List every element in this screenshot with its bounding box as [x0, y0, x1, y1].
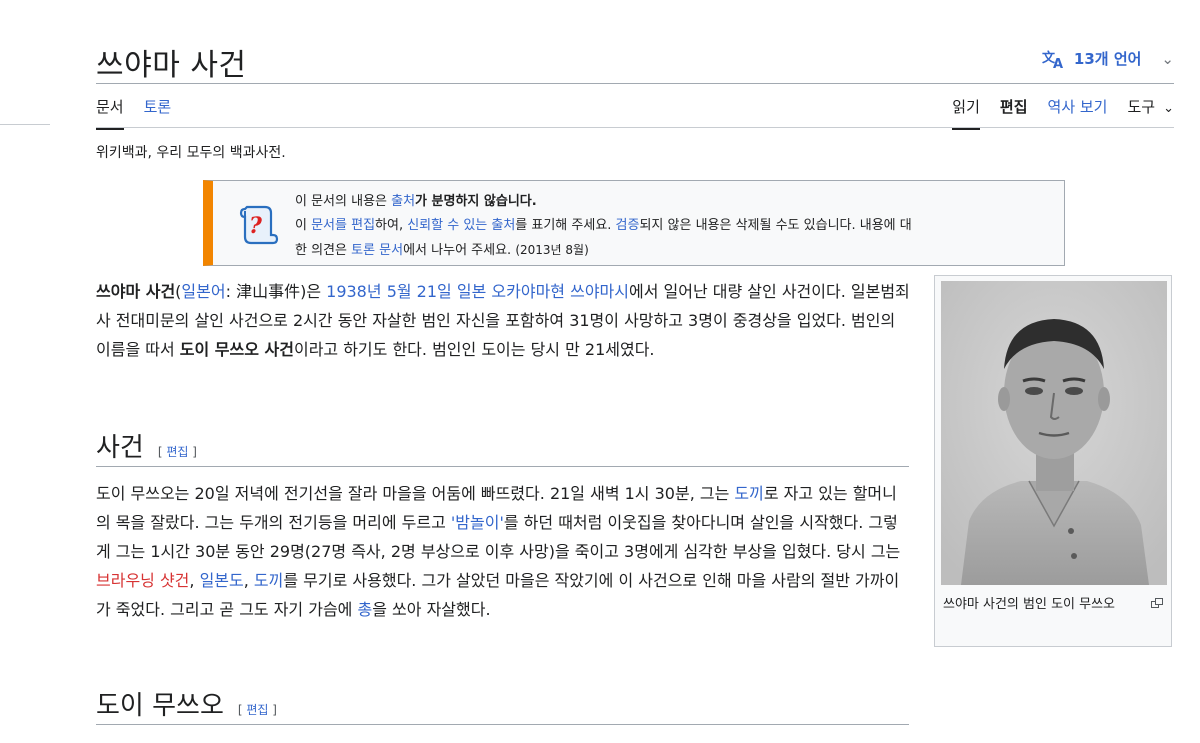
link-tsuyama[interactable]: 쓰야마시 — [570, 282, 629, 301]
body-text: , — [189, 571, 200, 590]
link-japan[interactable]: 일본 — [457, 282, 486, 301]
link-yobai[interactable]: '밤놀이' — [451, 513, 504, 532]
incident-paragraph: 도이 무쓰오는 20일 저녁에 전기선을 잘라 마을을 어둠에 빠뜨렸다. 21… — [96, 479, 911, 624]
tab-edit[interactable]: 편집 — [1000, 96, 1028, 129]
link-sources[interactable]: 출처 — [391, 194, 415, 209]
namespace-tabs: 문서 토론 — [96, 96, 172, 130]
tools-menu[interactable]: 도구 ⌄ — [1127, 96, 1174, 129]
site-tagline: 위키백과, 우리 모두의 백과사전. — [96, 145, 286, 161]
notice-text-3b: 에서 나누어 주세요. — [403, 243, 516, 258]
lead-bold-title: 쓰야마 사건 — [96, 282, 176, 301]
tab-history[interactable]: 역사 보기 — [1048, 96, 1108, 129]
lead-bold-alt-name: 도이 무쓰오 사건 — [179, 340, 294, 359]
notice-text-1: 이 문서의 내용은 — [295, 194, 392, 209]
link-edit-article[interactable]: 문서를 편집 — [311, 218, 375, 233]
language-button[interactable]: 文 A 13개 언어 ⌄ — [1042, 48, 1174, 69]
tabs-row: 문서 토론 읽기 편집 역사 보기 도구 ⌄ — [96, 84, 1174, 130]
link-verifiability[interactable]: 검증 — [616, 218, 640, 233]
notice-line-3: 한 의견은 토론 문서에서 나누어 주세요. (2013년 8월) — [295, 238, 1060, 263]
link-axe-2[interactable]: 도끼 — [254, 571, 283, 590]
tab-article[interactable]: 문서 — [96, 96, 124, 130]
lead-japanese-name: : 津山事件 — [225, 282, 301, 301]
notice-bold: 가 분명하지 않습니다. — [415, 194, 537, 209]
link-axe[interactable]: 도끼 — [734, 484, 763, 503]
edit-bracket: ] — [188, 445, 197, 459]
notice-line-2: 이 문서를 편집하여, 신뢰할 수 있는 출처를 표기해 주세요. 검증되지 않… — [295, 214, 1060, 238]
lead-text: )은 — [300, 282, 327, 301]
svg-text:A: A — [1053, 57, 1063, 69]
chevron-down-icon: ⌄ — [1163, 101, 1174, 116]
section-title: 도이 무쓰오 — [96, 691, 224, 721]
link-katana[interactable]: 일본도 — [200, 571, 244, 590]
body-text: , — [243, 571, 254, 590]
section-title: 사건 — [96, 433, 144, 463]
notice-text-3a: 한 의견은 — [295, 243, 352, 258]
title-row: 쓰야마 사건 文 A 13개 언어 ⌄ — [96, 36, 1174, 84]
notice-text-2a: 이 — [295, 218, 312, 233]
svg-text:?: ? — [249, 213, 263, 239]
link-may-21[interactable]: 5월 21일 — [387, 282, 452, 301]
infobox-thumbnail: 쓰야마 사건의 범인 도이 무쓰오 — [934, 275, 1172, 647]
scroll-question-icon: ? — [239, 205, 279, 245]
lead-paragraph: 쓰야마 사건(일본어: 津山事件)은 1938년 5월 21일 일본 오카야마현… — [96, 277, 911, 364]
unsourced-notice: ? 이 문서의 내용은 출처가 분명하지 않습니다. 이 문서를 편집하여, 신… — [203, 180, 1065, 266]
link-1938[interactable]: 1938년 — [326, 282, 381, 301]
section-edit-link[interactable]: 편집 — [246, 703, 268, 717]
lead-text: 이라고 하기도 한다. 범인인 도이는 당시 만 21세였다. — [293, 340, 655, 359]
page-title: 쓰야마 사건 — [96, 48, 247, 83]
link-okayama[interactable]: 오카야마현 — [491, 282, 565, 301]
section-edit-link[interactable]: 편집 — [166, 445, 188, 459]
portrait-image — [941, 281, 1167, 585]
body-text: 을 쏘아 자살했다. — [372, 600, 491, 619]
tab-talk[interactable]: 토론 — [144, 96, 172, 129]
view-tabs: 읽기 편집 역사 보기 도구 ⌄ — [952, 96, 1174, 130]
language-count: 13개 언어 — [1073, 50, 1142, 68]
enlarge-icon[interactable] — [1151, 598, 1163, 608]
notice-text-2d: 되지 않은 내용은 삭제될 수도 있습니다. 내용에 대 — [639, 218, 912, 233]
edit-bracket: ] — [268, 703, 277, 717]
tab-edit-label: 편집 — [999, 98, 1028, 116]
culprit-photo[interactable] — [941, 281, 1167, 585]
photo-caption: 쓰야마 사건의 범인 도이 무쓰오 — [943, 597, 1116, 612]
link-browning-shotgun[interactable]: 브라우닝 샷건 — [96, 571, 189, 590]
link-reliable-sources[interactable]: 신뢰할 수 있는 출처 — [407, 218, 515, 233]
notice-line-1: 이 문서의 내용은 출처가 분명하지 않습니다. — [295, 190, 1060, 214]
link-talk-page[interactable]: 토론 문서 — [351, 243, 403, 258]
chevron-down-icon: ⌄ — [1161, 49, 1174, 68]
notice-text-2b: 하여, — [375, 218, 408, 233]
notice-date: (2013년 8월) — [515, 243, 589, 257]
notice-text-2c: 를 표기해 주세요. — [515, 218, 616, 233]
translate-icon: 文 A — [1042, 50, 1063, 69]
notice-text: 이 문서의 내용은 출처가 분명하지 않습니다. 이 문서를 편집하여, 신뢰할… — [295, 190, 1060, 263]
link-japanese[interactable]: 일본어 — [181, 282, 225, 301]
section-heading-incident: 사건 [ 편집 ] — [96, 427, 909, 467]
left-rule — [0, 124, 50, 125]
section-heading-doi-mutsuo: 도이 무쓰오 [ 편집 ] — [96, 685, 909, 725]
tools-label: 도구 — [1127, 98, 1156, 116]
body-text: 도이 무쓰오는 20일 저녁에 전기선을 잘라 마을을 어둠에 빠뜨렸다. 21… — [96, 484, 735, 503]
section-edit: [ 편집 ] — [158, 443, 197, 460]
tab-read[interactable]: 읽기 — [952, 96, 980, 130]
section-edit: [ 편집 ] — [238, 701, 277, 718]
link-gun[interactable]: 총 — [358, 600, 373, 619]
